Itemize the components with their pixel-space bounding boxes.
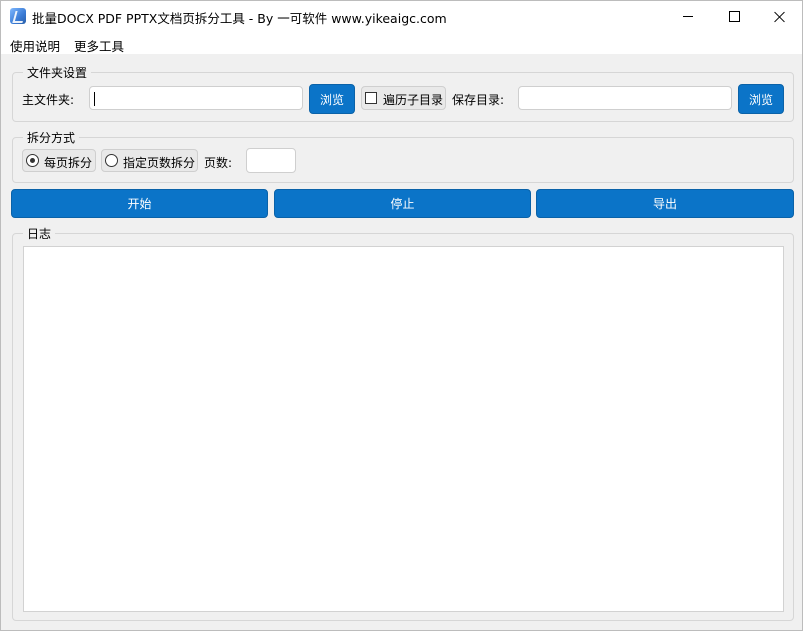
text-caret [94,92,95,106]
stop-button[interactable]: 停止 [274,189,531,218]
app-icon [10,8,26,24]
folder-settings-group: 文件夹设置 主文件夹: 浏览 遍历子目录 保存目录: 浏览 [12,64,794,122]
log-title: 日志 [23,225,56,242]
app-window: 批量DOCX PDF PPTX文档页拆分工具 - By 一可软件 www.yik… [0,0,803,631]
browse-save-dir-button[interactable]: 浏览 [738,84,784,114]
close-icon [774,11,786,23]
menu-more-tools[interactable]: 更多工具 [74,36,124,55]
title-bar[interactable]: 批量DOCX PDF PPTX文档页拆分工具 - By 一可软件 www.yik… [1,1,802,32]
folder-settings-title: 文件夹设置 [23,64,92,81]
traverse-subdirs-label: 遍历子目录 [383,93,444,107]
main-folder-input[interactable] [89,86,303,110]
maximize-button[interactable] [711,1,757,32]
window-title: 批量DOCX PDF PPTX文档页拆分工具 - By 一可软件 www.yik… [32,11,447,26]
radio-unselected-icon [105,154,118,167]
specified-pages-radio[interactable]: 指定页数拆分 [101,149,198,172]
log-textarea[interactable] [23,246,784,612]
save-dir-label: 保存目录: [452,93,505,107]
radio-selected-icon [26,154,39,167]
traverse-subdirs-checkbox[interactable]: 遍历子目录 [361,86,446,110]
main-folder-label: 主文件夹: [22,93,75,107]
menu-usage[interactable]: 使用说明 [10,36,60,55]
close-button[interactable] [757,1,803,32]
checkbox-icon [365,92,377,104]
split-mode-group: 拆分方式 每页拆分 指定页数拆分 页数: [12,129,794,183]
start-button[interactable]: 开始 [11,189,268,218]
minimize-icon [683,16,693,17]
menu-bar: 使用说明 更多工具 [1,32,802,54]
export-button[interactable]: 导出 [536,189,794,218]
per-page-label: 每页拆分 [44,156,93,170]
per-page-radio[interactable]: 每页拆分 [22,149,96,172]
split-mode-title: 拆分方式 [23,129,80,146]
browse-main-folder-button[interactable]: 浏览 [309,84,355,114]
page-count-input[interactable] [246,148,296,173]
maximize-icon [728,11,740,22]
save-dir-input[interactable] [518,86,732,110]
log-group: 日志 [12,225,794,621]
specified-pages-label: 指定页数拆分 [123,156,196,170]
minimize-button[interactable] [665,1,711,32]
page-count-label: 页数: [204,156,233,170]
